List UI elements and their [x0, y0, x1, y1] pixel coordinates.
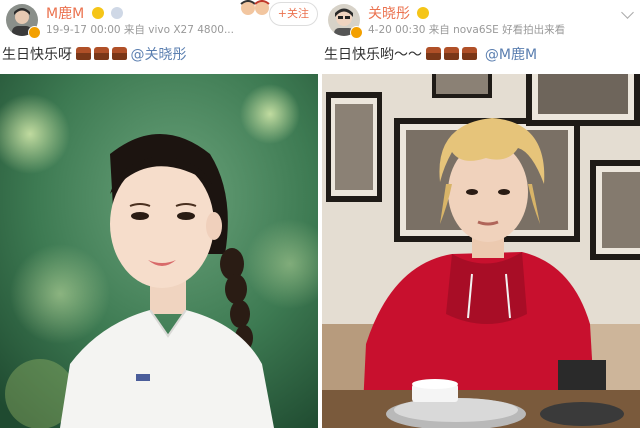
left-weibo-post: M鹿M 19-9-17 00:00 来自 vivo X27 4800... +关… [0, 0, 318, 428]
follow-button[interactable]: +关注 [268, 2, 318, 26]
post-meta: 19-9-17 00:00 来自 vivo X27 4800... [46, 24, 234, 36]
screenshot-collage: M鹿M 19-9-17 00:00 来自 vivo X27 4800... +关… [0, 0, 640, 428]
level-badge-icon [111, 7, 124, 19]
cake-emoji-icon [426, 47, 442, 60]
post-photo[interactable] [322, 74, 640, 428]
cake-emoji-icon [94, 47, 110, 60]
verified-badge-icon [28, 26, 41, 39]
post-meta: 4-20 00:30 来自 nova6SE 好看拍出来看 [368, 24, 566, 36]
cake-emoji-icon [112, 47, 128, 60]
post-photo[interactable] [0, 74, 318, 428]
username[interactable]: 关晓彤 [368, 3, 430, 23]
right-post-header: 关晓彤 4-20 00:30 来自 nova6SE 好看拍出来看 [322, 0, 640, 39]
crown-emoji-icon [91, 7, 104, 19]
cake-emoji-icon [76, 47, 92, 60]
username-label: M鹿M [46, 6, 85, 22]
right-weibo-post: 关晓彤 4-20 00:30 来自 nova6SE 好看拍出来看 生日快乐哟～～… [322, 0, 640, 428]
verified-badge-icon [350, 26, 363, 39]
portrait-photo-image [0, 74, 318, 428]
post-text-body: 生日快乐呀 [2, 47, 72, 63]
left-post-header: M鹿M 19-9-17 00:00 来自 vivo X27 4800... +关… [0, 0, 318, 39]
cake-emoji-icon [444, 47, 460, 60]
post-text-body: 生日快乐哟～～ [324, 47, 422, 63]
post-text: 生日快乐呀 @关晓彤 [2, 44, 186, 64]
mention-link[interactable]: @关晓彤 [130, 47, 186, 63]
username[interactable]: M鹿M [46, 3, 124, 23]
chevron-down-icon[interactable] [621, 6, 634, 19]
post-text: 生日快乐哟～～ @M鹿M [324, 44, 537, 64]
mention-link[interactable]: @M鹿M [485, 47, 537, 63]
crown-emoji-icon [417, 7, 430, 19]
cake-emoji-icon [462, 47, 478, 60]
username-label: 关晓彤 [368, 6, 410, 22]
restaurant-photo-image [322, 74, 640, 428]
